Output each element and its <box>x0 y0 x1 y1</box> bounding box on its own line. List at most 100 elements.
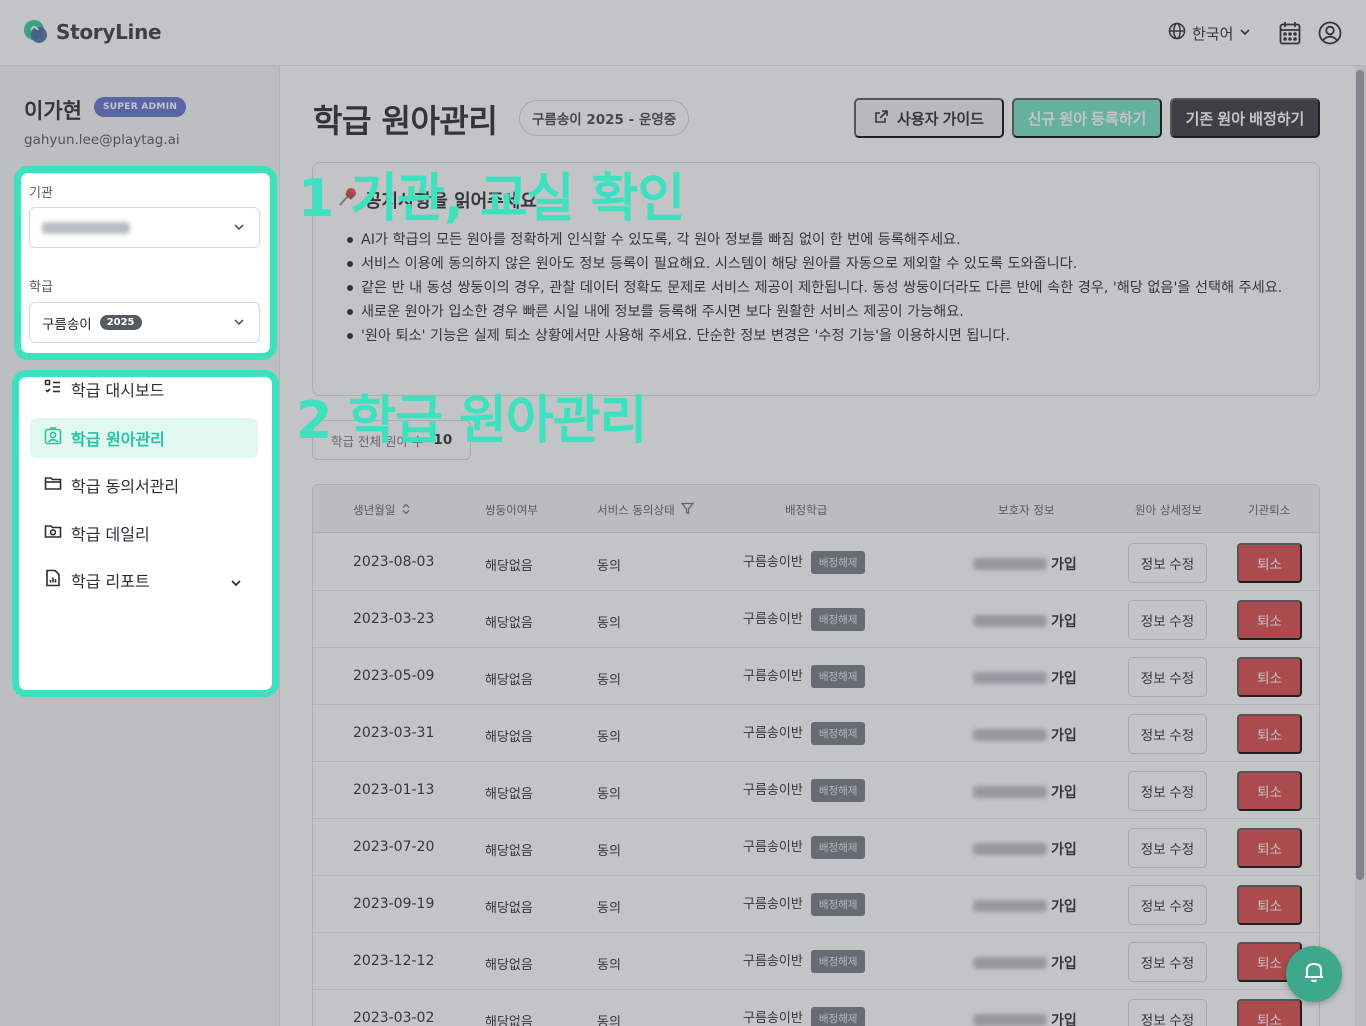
column-header-guardian: 보호자 정보 <box>998 503 1055 517</box>
table-row: 2023-09-19 해당없음 동의 구름송이반 배정해제 가입 정보 수정 퇴소 <box>313 876 1319 933</box>
twin-status-cell: 해당없음 <box>485 1015 533 1026</box>
edit-info-button[interactable]: 정보 수정 <box>1128 828 1207 868</box>
guardian-name-redacted <box>973 558 1047 570</box>
calendar-icon[interactable] <box>1279 21 1301 49</box>
role-badge: SUPER ADMIN <box>94 97 187 117</box>
sidebar-item-report[interactable]: 학급 리포트 <box>30 560 258 600</box>
twin-status-cell: 해당없음 <box>485 616 533 631</box>
edit-info-button[interactable]: 정보 수정 <box>1128 885 1207 925</box>
edit-info-button[interactable]: 정보 수정 <box>1128 657 1207 697</box>
annotation-step-1: 1 기관, 교실 확인 <box>298 169 685 229</box>
sidebar-item-label: 학급 동의서관리 <box>71 477 180 496</box>
unassign-tag[interactable]: 배정해제 <box>810 836 866 859</box>
guardian-cell: 가입 <box>973 839 1077 859</box>
user-name: 이가현 <box>24 99 82 123</box>
class-name: 구름송이반 <box>743 1011 803 1026</box>
consent-status-cell: 동의 <box>597 787 621 802</box>
sidebar-item-dashboard[interactable]: 학급 대시보드 <box>30 369 258 409</box>
edit-info-button[interactable]: 정보 수정 <box>1128 600 1207 640</box>
twin-status-cell: 해당없음 <box>485 787 533 802</box>
notification-fab[interactable] <box>1286 946 1342 1002</box>
withdraw-button[interactable]: 퇴소 <box>1237 885 1302 925</box>
sidebar-item-daily[interactable]: 학급 데일리 <box>30 513 258 553</box>
institution-select[interactable] <box>29 207 260 248</box>
birth-date-cell: 2023-08-03 <box>353 554 435 570</box>
consent-status-cell: 동의 <box>597 1015 621 1026</box>
edit-info-button[interactable]: 정보 수정 <box>1128 942 1207 982</box>
withdraw-button[interactable]: 퇴소 <box>1237 828 1302 868</box>
guardian-status: 가입 <box>1051 557 1077 573</box>
edit-info-button[interactable]: 정보 수정 <box>1128 771 1207 811</box>
notice-item: 서비스 이용에 동의하지 않은 원아도 정보 등록이 필요해요. 시스템이 해당… <box>345 252 1295 276</box>
edit-info-button[interactable]: 정보 수정 <box>1128 714 1207 754</box>
guardian-name-redacted <box>973 615 1047 627</box>
unassign-tag[interactable]: 배정해제 <box>810 950 866 973</box>
guardian-cell: 가입 <box>973 611 1077 631</box>
table-row: 2023-03-31 해당없음 동의 구름송이반 배정해제 가입 정보 수정 퇴소 <box>313 705 1319 762</box>
table-row: 2023-12-12 해당없음 동의 구름송이반 배정해제 가입 정보 수정 퇴소 <box>313 933 1319 990</box>
filter-icon[interactable] <box>680 502 695 518</box>
table-row: 2023-05-09 해당없음 동의 구름송이반 배정해제 가입 정보 수정 퇴소 <box>313 648 1319 705</box>
language-selector[interactable]: 한국어 <box>1168 22 1251 44</box>
unassign-tag[interactable]: 배정해제 <box>810 551 866 574</box>
consent-status-cell: 동의 <box>597 730 621 745</box>
notice-item: 같은 반 내 동성 쌍둥이의 경우, 관찰 데이터 정확도 문제로 서비스 제공… <box>345 276 1295 300</box>
institution-value-redacted <box>42 221 130 234</box>
unassign-tag[interactable]: 배정해제 <box>810 1007 866 1026</box>
app-name: StoryLine <box>56 20 162 44</box>
unassign-tag[interactable]: 배정해제 <box>810 608 866 631</box>
column-header-birth[interactable]: 생년월일 <box>353 502 411 518</box>
twin-status-cell: 해당없음 <box>485 958 533 973</box>
class-year-badge: 2025 <box>99 315 142 330</box>
class-cell: 구름송이반 배정해제 <box>743 836 866 859</box>
edit-info-button[interactable]: 정보 수정 <box>1128 543 1207 583</box>
dashboard-list-icon <box>44 378 62 400</box>
birth-date-cell: 2023-05-09 <box>353 668 435 684</box>
app-logo[interactable]: StoryLine <box>22 18 162 46</box>
withdraw-button[interactable]: 퇴소 <box>1237 714 1302 754</box>
sidebar-item-consent-management[interactable]: 학급 동의서관리 <box>30 465 258 505</box>
sort-icon[interactable] <box>401 503 411 518</box>
annotation-step-2: 2 학급 원아관리 <box>296 391 647 451</box>
unassign-tag[interactable]: 배정해제 <box>810 779 866 802</box>
withdraw-button[interactable]: 퇴소 <box>1237 543 1302 583</box>
bell-icon <box>1301 959 1327 989</box>
withdraw-button[interactable]: 퇴소 <box>1237 999 1302 1026</box>
table-row: 2023-03-23 해당없음 동의 구름송이반 배정해제 가입 정보 수정 퇴소 <box>313 591 1319 648</box>
table-row: 2023-01-13 해당없음 동의 구름송이반 배정해제 가입 정보 수정 퇴소 <box>313 762 1319 819</box>
edit-info-button[interactable]: 정보 수정 <box>1128 999 1207 1026</box>
guardian-status: 가입 <box>1051 785 1077 801</box>
class-name: 구름송이반 <box>743 555 803 570</box>
notice-item: AI가 학급의 모든 원아를 정확하게 인식할 수 있도록, 각 원아 정보를 … <box>345 228 1295 252</box>
guardian-cell: 가입 <box>973 554 1077 574</box>
unassign-tag[interactable]: 배정해제 <box>810 722 866 745</box>
notice-list: AI가 학급의 모든 원아를 정확하게 인식할 수 있도록, 각 원아 정보를 … <box>345 228 1295 348</box>
withdraw-button[interactable]: 퇴소 <box>1237 600 1302 640</box>
sidebar-item-label: 학급 데일리 <box>71 525 150 544</box>
birth-date-cell: 2023-12-12 <box>353 953 435 969</box>
consent-status-cell: 동의 <box>597 616 621 631</box>
register-child-button[interactable]: 신규 원아 등록하기 <box>1012 98 1162 138</box>
sidebar-item-child-management[interactable]: 학급 원아관리 <box>30 418 258 458</box>
unassign-tag[interactable]: 배정해제 <box>810 665 866 688</box>
assign-child-button[interactable]: 기존 원아 배정하기 <box>1170 98 1320 138</box>
class-select[interactable]: 구름송이 2025 <box>29 302 260 343</box>
class-cell: 구름송이반 배정해제 <box>743 950 866 973</box>
withdraw-button[interactable]: 퇴소 <box>1237 657 1302 697</box>
class-select-value: 구름송이 <box>42 316 92 333</box>
birth-date-cell: 2023-01-13 <box>353 782 435 798</box>
guardian-status: 가입 <box>1051 899 1077 915</box>
page-title: 학급 원아관리 <box>313 102 498 140</box>
consent-status-cell: 동의 <box>597 844 621 859</box>
unassign-tag[interactable]: 배정해제 <box>810 893 866 916</box>
class-name: 구름송이반 <box>743 897 803 912</box>
withdraw-button[interactable]: 퇴소 <box>1237 771 1302 811</box>
chevron-down-icon[interactable] <box>230 574 242 593</box>
class-cell: 구름송이반 배정해제 <box>743 779 866 802</box>
page-scroll-thumb[interactable] <box>1356 70 1364 880</box>
guardian-status: 가입 <box>1051 728 1077 744</box>
user-guide-button[interactable]: 사용자 가이드 <box>854 98 1004 138</box>
guardian-name-redacted <box>973 672 1047 684</box>
column-header-consent[interactable]: 서비스 동의상태 <box>597 502 695 518</box>
user-account-icon[interactable] <box>1318 21 1342 49</box>
